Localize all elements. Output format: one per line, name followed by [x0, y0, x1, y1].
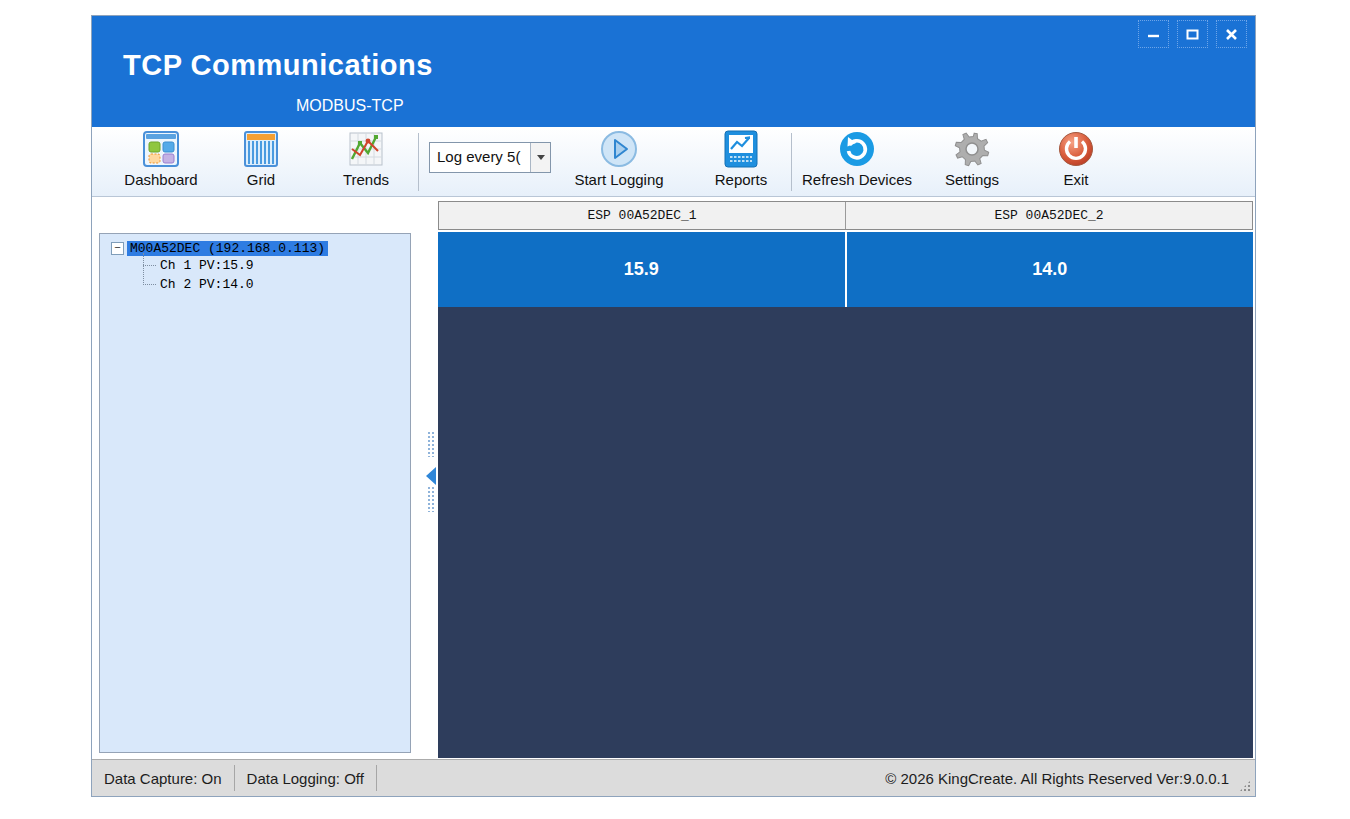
gear-icon [952, 128, 992, 170]
play-icon [599, 128, 639, 170]
trends-icon [346, 128, 386, 170]
start-logging-label: Start Logging [574, 171, 663, 188]
splitter-dots-bottom [427, 486, 436, 512]
minimize-icon [1147, 28, 1160, 41]
status-copyright: © 2026 KingCreate. All Rights Reserved V… [885, 770, 1255, 787]
toolbar: Dashboard Grid [92, 127, 1255, 197]
reports-label: Reports [715, 171, 768, 188]
grid-button[interactable]: Grid [226, 128, 296, 196]
trends-button[interactable]: Trends [326, 128, 406, 196]
dashboard-button[interactable]: Dashboard [116, 128, 206, 196]
title-bar: TCP Communications MODBUS-TCP [92, 16, 1255, 127]
grid-cell-value-2[interactable]: 14.0 [847, 232, 1254, 307]
splitter-dots-top [427, 431, 436, 457]
close-button[interactable] [1216, 20, 1247, 48]
grid-label: Grid [247, 171, 275, 188]
window-controls [1138, 20, 1247, 48]
reports-button[interactable]: Reports [705, 128, 777, 196]
settings-button[interactable]: Settings [932, 128, 1012, 196]
dashboard-label: Dashboard [124, 171, 197, 188]
tree-root-row[interactable]: − M00A52DEC (192.168.0.113) [111, 241, 410, 256]
tree-node-ch2[interactable]: Ch 2 PV:14.0 [118, 275, 410, 294]
settings-label: Settings [945, 171, 999, 188]
grid-value-row: 15.9 14.0 [438, 230, 1253, 307]
app-window: TCP Communications MODBUS-TCP [91, 15, 1256, 797]
report-icon [722, 128, 760, 170]
tree-root-node[interactable]: M00A52DEC (192.168.0.113) [127, 241, 328, 256]
minimize-button[interactable] [1138, 20, 1169, 48]
grid-cell-value-1[interactable]: 15.9 [438, 232, 847, 307]
tree-children: Ch 1 PV:15.9 Ch 2 PV:14.0 [118, 256, 410, 294]
splitter[interactable] [426, 201, 437, 758]
refresh-devices-label: Refresh Devices [802, 171, 912, 188]
log-interval-select[interactable]: Log every 5( [429, 142, 551, 173]
trends-label: Trends [343, 171, 389, 188]
log-interval-value: Log every 5( [430, 143, 530, 172]
start-logging-button[interactable]: Start Logging [571, 128, 667, 196]
grid-icon [241, 128, 281, 170]
collapse-icon[interactable]: − [111, 242, 124, 255]
refresh-devices-button[interactable]: Refresh Devices [797, 128, 917, 196]
tree-node-ch1[interactable]: Ch 1 PV:15.9 [118, 256, 410, 275]
data-grid: ESP 00A52DEC_1 ESP 00A52DEC_2 15.9 14.0 [438, 201, 1253, 758]
refresh-icon [837, 128, 877, 170]
status-data-logging: Data Logging: Off [235, 770, 376, 787]
close-icon [1225, 28, 1238, 41]
grid-header-row: ESP 00A52DEC_1 ESP 00A52DEC_2 [438, 201, 1253, 230]
app-title: TCP Communications [123, 49, 433, 82]
dashboard-icon [141, 128, 181, 170]
splitter-collapse-arrow-icon[interactable] [426, 467, 436, 485]
combo-dropdown-icon[interactable] [530, 143, 550, 172]
app-subtitle: MODBUS-TCP [296, 97, 404, 115]
maximize-icon [1186, 28, 1199, 41]
exit-label: Exit [1063, 171, 1088, 188]
grid-column-header-1[interactable]: ESP 00A52DEC_1 [439, 202, 846, 229]
status-separator-2 [376, 765, 377, 791]
grid-column-header-2[interactable]: ESP 00A52DEC_2 [846, 202, 1252, 229]
status-data-capture: Data Capture: On [92, 770, 234, 787]
power-icon [1056, 128, 1096, 170]
maximize-button[interactable] [1177, 20, 1208, 48]
device-tree-panel: − M00A52DEC (192.168.0.113) Ch 1 PV:15.9… [99, 233, 411, 753]
status-bar: Data Capture: On Data Logging: Off © 202… [92, 759, 1255, 796]
toolbar-separator-2 [791, 133, 792, 191]
exit-button[interactable]: Exit [1036, 128, 1116, 196]
toolbar-separator [418, 133, 419, 191]
